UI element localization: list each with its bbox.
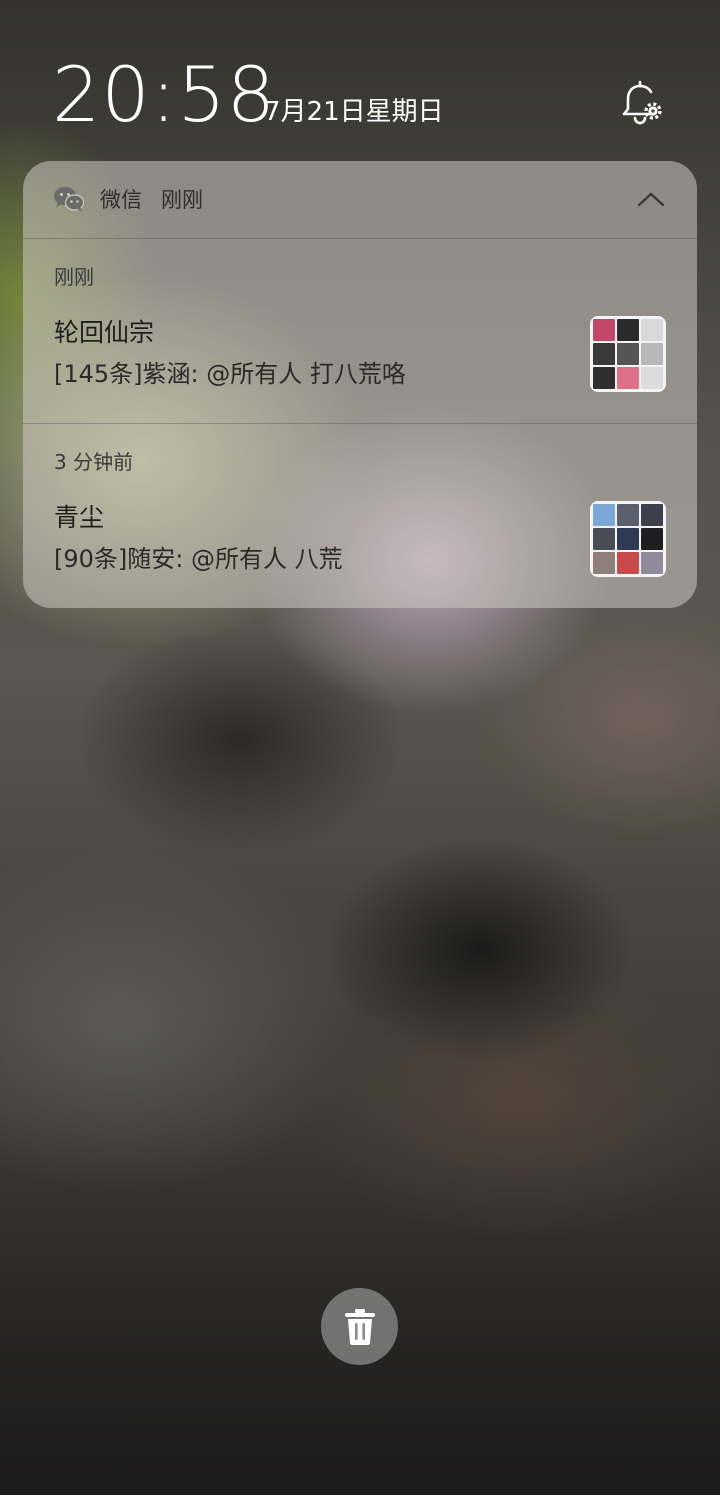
- message-time: 3 分钟前: [54, 450, 134, 474]
- wechat-notification-card[interactable]: 微信 刚刚 刚刚 轮回仙宗 [145条]紫涵: @所有人 打八荒咯 3 分钟前 …: [23, 161, 697, 608]
- lockscreen-date: 7月21日星期日: [264, 97, 444, 127]
- group-avatar: [590, 316, 666, 392]
- clear-notifications-button[interactable]: [321, 1288, 398, 1365]
- lockscreen-clock: 20:58: [52, 50, 277, 139]
- chevron-up-icon[interactable]: [631, 183, 671, 217]
- notification-header-time: 刚刚: [161, 188, 203, 212]
- message-time: 刚刚: [54, 265, 94, 289]
- app-name: 微信: [100, 188, 142, 212]
- message-text: [90条]随安: @所有人 八荒: [54, 545, 343, 573]
- notification-header[interactable]: 微信 刚刚: [23, 161, 697, 238]
- notification-item[interactable]: 刚刚 轮回仙宗 [145条]紫涵: @所有人 打八荒咯: [23, 238, 697, 423]
- message-title: 轮回仙宗: [54, 318, 155, 347]
- notification-item[interactable]: 3 分钟前 青尘 [90条]随安: @所有人 八荒: [23, 423, 697, 608]
- message-title: 青尘: [54, 503, 105, 532]
- message-text: [145条]紫涵: @所有人 打八荒咯: [54, 360, 406, 388]
- group-avatar: [590, 501, 666, 577]
- wechat-icon: [53, 185, 85, 213]
- bell-settings-icon[interactable]: [618, 80, 666, 128]
- trash-icon: [345, 1309, 375, 1345]
